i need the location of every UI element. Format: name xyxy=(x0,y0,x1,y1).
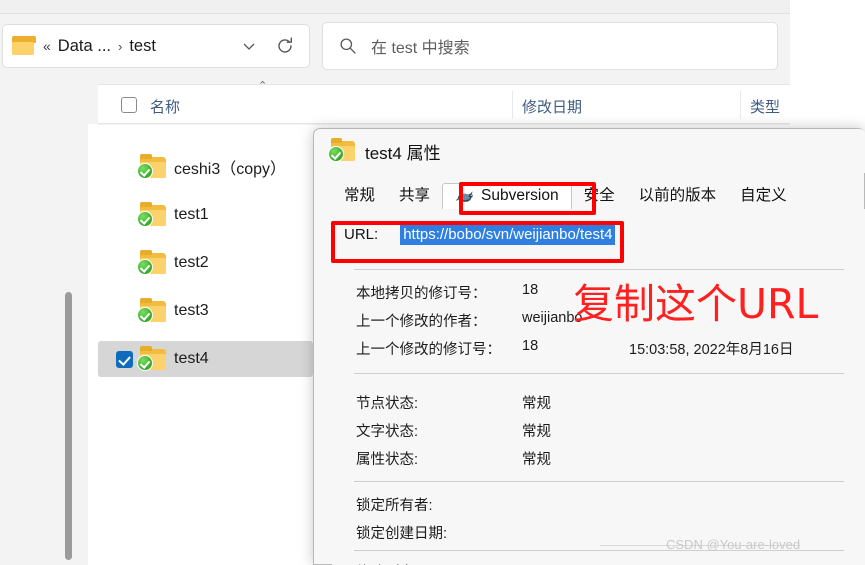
search-placeholder: 在 test 中搜索 xyxy=(371,40,470,57)
column-header-modified[interactable]: 修改日期 xyxy=(522,96,582,117)
svn-folder-icon xyxy=(137,249,166,275)
tab-general[interactable]: 常规 xyxy=(332,180,387,209)
divider xyxy=(354,373,844,374)
list-item-label: test4 xyxy=(174,350,209,367)
tab-label: 安全 xyxy=(583,187,615,204)
tab-label: 共享 xyxy=(399,187,431,204)
prop-status-value: 常规 xyxy=(522,452,551,468)
divider xyxy=(354,481,844,482)
tab-security[interactable]: 安全 xyxy=(572,180,627,209)
tab-sharing[interactable]: 共享 xyxy=(387,180,442,209)
svn-folder-icon xyxy=(328,138,355,162)
lock-owner-label: 锁定所有者: xyxy=(356,498,433,514)
list-item-label: test3 xyxy=(174,302,209,319)
list-item[interactable]: test1 xyxy=(98,197,313,233)
chevron-down-icon[interactable] xyxy=(241,38,257,54)
file-list-left-margin xyxy=(88,124,98,565)
tab-label: Subversion xyxy=(481,187,559,204)
tab-subversion[interactable]: Subversion xyxy=(442,183,572,209)
dialog-tab-strip: 常规 共享 Subversion 安全 以前的版本 自定义 xyxy=(332,179,865,209)
list-item-checkbox[interactable] xyxy=(116,350,133,368)
node-status-value: 常规 xyxy=(522,396,551,412)
breadcrumb-overflow-icon[interactable]: « xyxy=(43,38,51,54)
tab-previous-versions[interactable]: 以前的版本 xyxy=(627,180,729,209)
svn-folder-icon xyxy=(137,153,166,179)
text-status-label: 文字状态: xyxy=(356,424,419,440)
last-revision-value: 18 xyxy=(522,338,539,354)
column-header-type[interactable]: 类型 xyxy=(750,96,780,117)
list-item-label: test1 xyxy=(174,206,209,223)
breadcrumb: « Data ... › test xyxy=(43,37,156,56)
sort-ascending-icon: ⌃ xyxy=(258,80,268,92)
prop-status-label: 属性状态: xyxy=(356,452,419,468)
address-bar[interactable]: « Data ... › test xyxy=(2,24,310,68)
explorer-top-strip xyxy=(0,0,790,14)
list-item-label: test2 xyxy=(174,254,209,271)
dialog-title-bar[interactable]: test4 属性 xyxy=(314,129,865,173)
svn-folder-icon xyxy=(137,345,166,371)
column-header-name[interactable]: 名称 xyxy=(150,96,180,117)
subversion-tab-panel: URL: https://bobo/svn/weijianbo/test4 本地… xyxy=(332,209,865,565)
search-icon xyxy=(340,38,356,54)
breadcrumb-separator-icon: › xyxy=(118,38,123,54)
tab-label: 自定义 xyxy=(740,187,787,204)
explorer-address-row: « Data ... › test 在 test 中搜索 xyxy=(0,18,790,74)
list-item[interactable]: test3 xyxy=(98,293,313,329)
url-row: URL: https://bobo/svn/weijianbo/test4 xyxy=(344,224,616,245)
list-item[interactable]: test2 xyxy=(98,245,313,281)
tab-customize[interactable]: 自定义 xyxy=(728,180,799,209)
refresh-icon[interactable] xyxy=(275,36,295,56)
local-revision-label: 本地拷贝的修订号： xyxy=(356,286,487,302)
tortoise-svn-icon xyxy=(455,191,473,202)
last-revision-date: 15:03:58, 2022年8月16日 xyxy=(629,342,794,358)
properties-dialog: test4 属性 常规 共享 Subversion 安全 以前的版本 自定义 U… xyxy=(313,128,865,565)
tab-label: 常规 xyxy=(344,187,376,204)
breadcrumb-item-test[interactable]: test xyxy=(129,37,156,56)
folder-icon xyxy=(12,35,36,55)
last-author-label: 上一个修改的作者： xyxy=(356,314,487,330)
svn-folder-icon xyxy=(137,201,166,227)
list-item-selected[interactable]: test4 xyxy=(98,341,313,377)
tab-label: 以前的版本 xyxy=(638,187,717,204)
column-divider[interactable] xyxy=(740,91,741,119)
node-status-label: 节点状态: xyxy=(356,396,419,412)
breadcrumb-item-data[interactable]: Data ... xyxy=(58,37,111,56)
select-all-checkbox[interactable] xyxy=(121,97,137,113)
changelist-label: 修改列表: xyxy=(356,561,418,565)
list-item-label: ceshi3（copy） xyxy=(174,161,287,178)
last-revision-label: 上一个修改的修订号： xyxy=(356,342,501,358)
column-divider[interactable] xyxy=(512,91,513,119)
lock-created-label: 锁定创建日期: xyxy=(356,526,448,542)
search-input[interactable]: 在 test 中搜索 xyxy=(322,22,778,70)
watermark: CSDN @You-are-loved xyxy=(666,537,801,552)
file-list-column-header: 名称 修改日期 类型 xyxy=(98,84,790,124)
dialog-title: test4 属性 xyxy=(365,143,441,163)
list-item[interactable]: ceshi3（copy） xyxy=(98,149,313,185)
url-label: URL: xyxy=(344,226,379,243)
text-status-value: 常规 xyxy=(522,424,551,440)
screenshot-root: onal 精度 « Data ... › test xyxy=(0,0,865,565)
annotation-copy-url: 复制这个URL xyxy=(573,280,819,328)
local-revision-value: 18 xyxy=(522,282,539,298)
nav-pane-scrollbar-thumb[interactable] xyxy=(65,292,72,560)
url-value[interactable]: https://bobo/svn/weijianbo/test4 xyxy=(400,224,616,245)
svn-folder-icon xyxy=(137,297,166,323)
